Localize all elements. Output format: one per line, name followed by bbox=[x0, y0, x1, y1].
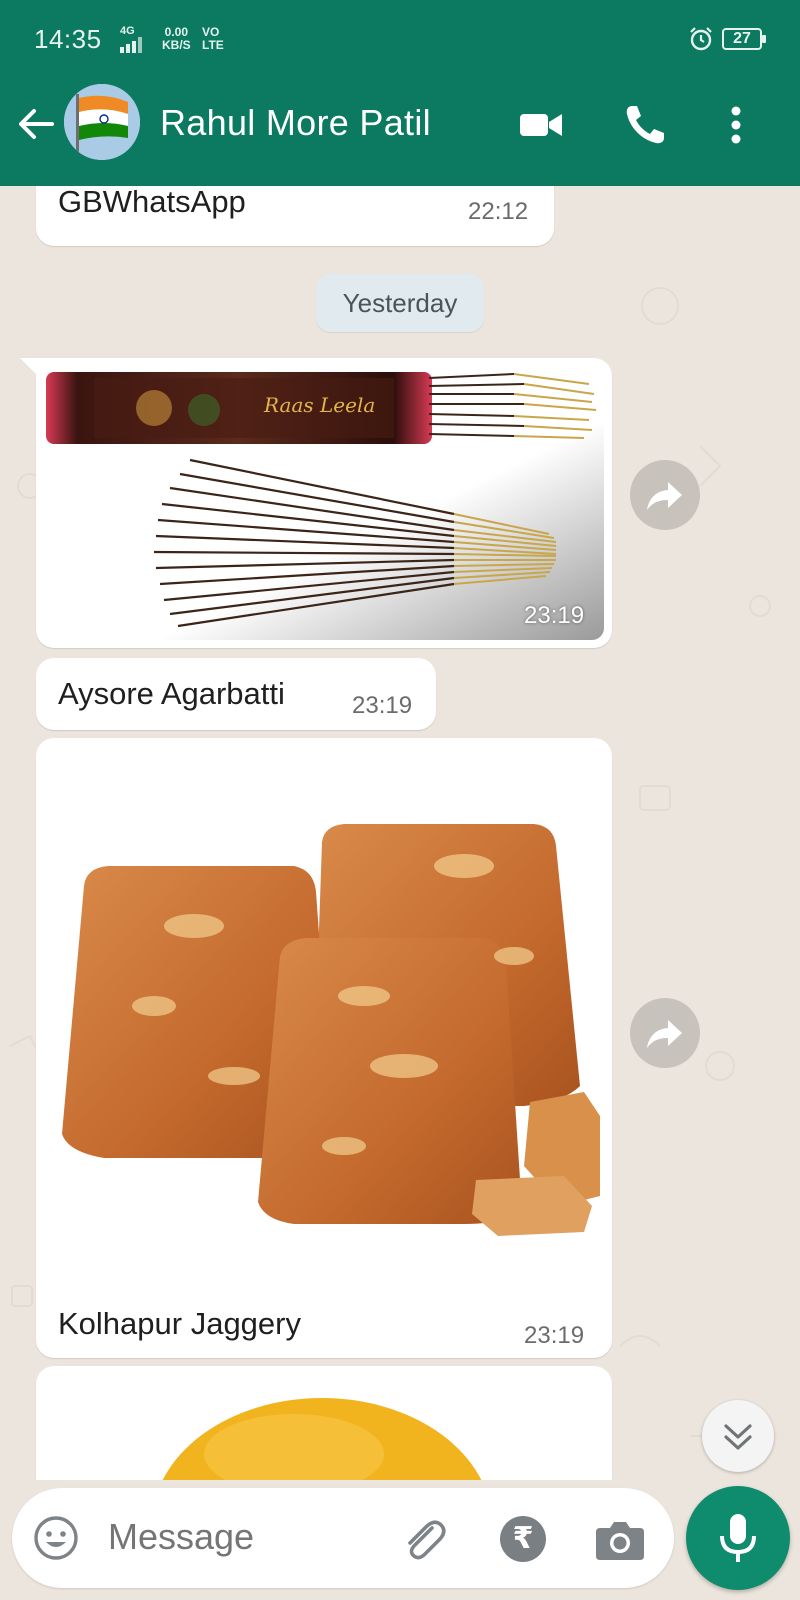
status-time: 14:35 bbox=[34, 24, 102, 54]
network-speed: 0.00 KB/S bbox=[162, 26, 191, 52]
contact-name[interactable]: Rahul More Patil bbox=[160, 102, 431, 144]
yellow-item-picture bbox=[44, 1374, 604, 1480]
status-bar: 14:35 4G 0.00 KB/S VO LTE 27 bbox=[0, 0, 800, 80]
signal-indicator: 4G bbox=[120, 26, 144, 56]
voice-record-button[interactable] bbox=[686, 1486, 790, 1590]
message-text: Aysore Agarbatti bbox=[58, 676, 285, 711]
message-text: GBWhatsApp bbox=[58, 186, 246, 219]
emoji-icon[interactable] bbox=[32, 1514, 80, 1562]
scroll-to-bottom-button[interactable] bbox=[702, 1400, 774, 1472]
incense-sticks-picture: Raas Leela bbox=[44, 364, 604, 640]
battery-indicator: 27 bbox=[722, 28, 766, 50]
india-flag-image bbox=[64, 84, 140, 160]
forward-icon bbox=[647, 1020, 682, 1048]
forward-button[interactable] bbox=[630, 998, 700, 1068]
message-bubble[interactable]: GBWhatsApp 22:12 bbox=[36, 186, 554, 246]
partial-image[interactable] bbox=[44, 1374, 604, 1480]
voice-call-icon[interactable] bbox=[622, 102, 668, 148]
date-separator: Yesterday bbox=[316, 274, 484, 332]
volte-top: VO bbox=[202, 25, 220, 39]
alarm-icon bbox=[690, 27, 712, 51]
mic-icon bbox=[720, 1514, 756, 1562]
message-time: 23:19 bbox=[352, 692, 413, 719]
image-message-bubble[interactable]: Raas Leela 23:19 bbox=[20, 358, 612, 648]
chat-header: Rahul More Patil bbox=[0, 80, 800, 186]
forward-icon bbox=[647, 482, 682, 510]
jaggery-blocks-picture bbox=[44, 746, 604, 1276]
image-message-bubble[interactable] bbox=[36, 1366, 612, 1480]
speed-unit: KB/S bbox=[162, 38, 191, 52]
volte-bottom: LTE bbox=[202, 38, 224, 52]
more-options-icon[interactable] bbox=[716, 102, 756, 148]
back-arrow-icon[interactable] bbox=[16, 104, 56, 144]
network-type: 4G bbox=[120, 25, 135, 37]
double-chevron-down-icon bbox=[724, 1424, 752, 1450]
chat-area[interactable]: GBWhatsApp 22:12 Yesterday Raas Leela 23… bbox=[0, 186, 800, 1480]
message-composer: ₹ bbox=[12, 1488, 674, 1588]
volte-indicator: VO LTE bbox=[202, 26, 224, 52]
jaggery-image[interactable] bbox=[44, 746, 604, 1276]
message-time: 23:19 bbox=[524, 602, 585, 629]
speed-value: 0.00 bbox=[164, 25, 189, 39]
image-message-bubble[interactable]: Kolhapur Jaggery 23:19 bbox=[36, 738, 612, 1358]
contact-avatar[interactable] bbox=[64, 84, 140, 160]
forward-button[interactable] bbox=[630, 460, 700, 530]
message-time: 22:12 bbox=[468, 198, 529, 225]
image-caption: Kolhapur Jaggery bbox=[58, 1306, 301, 1341]
incense-image[interactable]: Raas Leela bbox=[44, 364, 604, 640]
rupee-icon[interactable]: ₹ bbox=[500, 1516, 546, 1562]
message-time: 23:19 bbox=[524, 1322, 585, 1349]
message-input[interactable] bbox=[108, 1516, 368, 1558]
message-bubble[interactable]: Aysore Agarbatti 23:19 bbox=[36, 658, 436, 730]
packet-brand-text: Raas Leela bbox=[263, 393, 375, 417]
video-call-icon[interactable] bbox=[518, 102, 564, 148]
camera-icon[interactable] bbox=[594, 1514, 646, 1564]
attach-icon[interactable] bbox=[398, 1514, 448, 1564]
signal-bars-icon bbox=[120, 37, 142, 53]
bubble-tail bbox=[20, 358, 38, 376]
app-header-bar: 14:35 4G 0.00 KB/S VO LTE 27 Rahul More … bbox=[0, 0, 800, 186]
